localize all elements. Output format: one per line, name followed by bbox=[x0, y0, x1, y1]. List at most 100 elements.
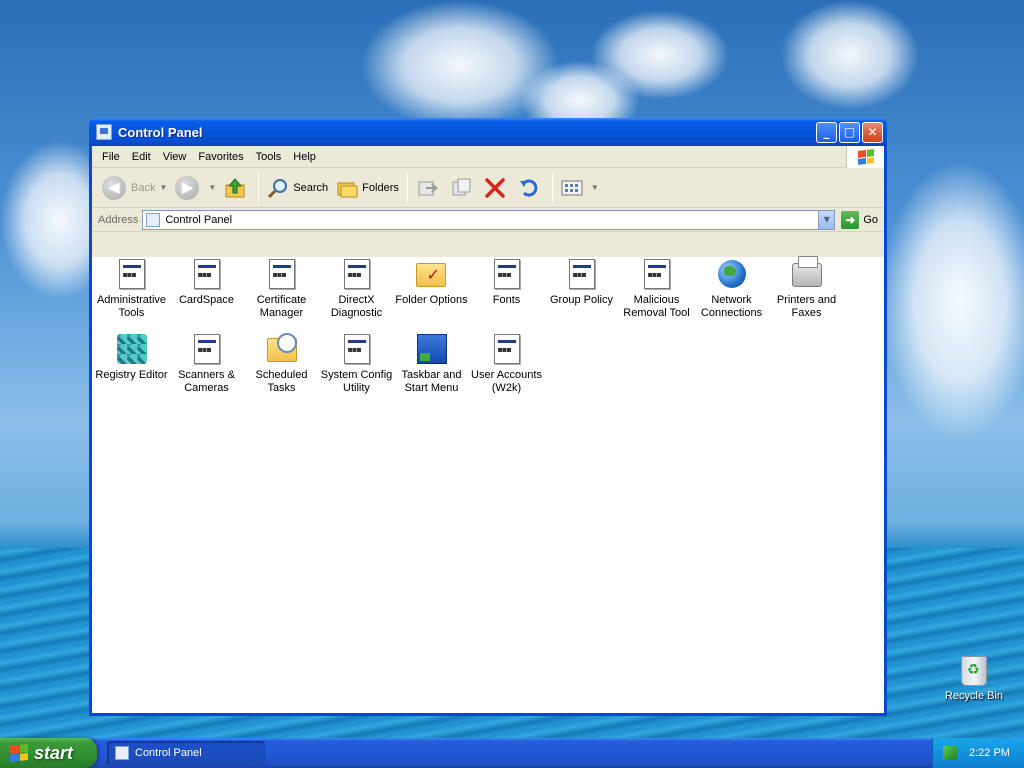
folders-label: Folders bbox=[362, 181, 399, 194]
item-label: Scheduled Tasks bbox=[255, 369, 308, 394]
clock[interactable]: 2:22 PM bbox=[969, 747, 1010, 759]
copy-to-button[interactable] bbox=[446, 174, 480, 202]
maximize-button[interactable]: □ bbox=[839, 121, 860, 143]
up-button[interactable] bbox=[220, 174, 254, 202]
item-label: Administrative Tools bbox=[96, 294, 167, 319]
item-label: Registry Editor bbox=[95, 369, 168, 381]
views-button[interactable]: ▼ bbox=[557, 174, 603, 202]
address-dropdown-button[interactable]: ▼ bbox=[818, 210, 835, 229]
search-icon bbox=[268, 178, 288, 198]
close-button[interactable]: ✕ bbox=[862, 121, 883, 143]
item-registry-editor[interactable]: Registry Editor bbox=[94, 333, 169, 408]
item-label: Scanners & Cameras bbox=[178, 369, 235, 394]
chevron-down-icon: ▼ bbox=[208, 183, 217, 192]
taskbar-item-control-panel[interactable]: Control Panel bbox=[107, 741, 265, 765]
applet-icon bbox=[341, 333, 373, 365]
control-panel-icon bbox=[146, 212, 161, 227]
control-panel-window: Control Panel _ □ ✕ File Edit View Favor… bbox=[89, 118, 887, 716]
folders-icon bbox=[337, 182, 358, 197]
item-label: Printers and Faxes bbox=[776, 294, 837, 319]
undo-button[interactable] bbox=[514, 174, 548, 202]
item-group-policy[interactable]: Group Policy bbox=[544, 258, 619, 333]
recycle-bin-label: Recycle Bin bbox=[944, 690, 1004, 702]
item-label: System Config Utility bbox=[320, 369, 393, 394]
item-label: Group Policy bbox=[550, 294, 613, 306]
menu-edit[interactable]: Edit bbox=[126, 149, 157, 165]
item-label: Taskbar and Start Menu bbox=[401, 369, 462, 394]
views-grid-icon bbox=[561, 180, 583, 195]
move-to-icon bbox=[418, 181, 438, 195]
toolbar: ◀ Back ▼ ▶ ▼ Search Folders ▼ bbox=[92, 168, 884, 208]
item-malicious-removal-tool[interactable]: Malicious Removal Tool bbox=[619, 258, 694, 333]
globe-icon bbox=[716, 258, 748, 290]
taskbar-icon bbox=[416, 333, 448, 365]
start-button[interactable]: start bbox=[0, 738, 97, 768]
menu-favorites[interactable]: Favorites bbox=[192, 149, 249, 165]
go-arrow-icon: ➜ bbox=[841, 210, 860, 229]
item-label: Network Connections bbox=[700, 294, 763, 319]
cloud bbox=[880, 160, 1024, 440]
item-directx-diagnostic[interactable]: DirectX Diagnostic bbox=[319, 258, 394, 333]
item-label: User Accounts (W2k) bbox=[471, 369, 542, 394]
forward-button[interactable]: ▶ ▼ bbox=[171, 173, 220, 203]
applet-icon bbox=[491, 258, 523, 290]
delete-button[interactable] bbox=[480, 174, 514, 202]
menu-file[interactable]: File bbox=[96, 149, 126, 165]
item-taskbar-start-menu[interactable]: Taskbar and Start Menu bbox=[394, 333, 469, 408]
menu-help[interactable]: Help bbox=[287, 149, 322, 165]
item-system-config-utility[interactable]: System Config Utility bbox=[319, 333, 394, 408]
desktop-recycle-bin[interactable]: Recycle Bin bbox=[942, 656, 1006, 702]
applet-icon bbox=[641, 258, 673, 290]
go-button[interactable]: ➜ Go bbox=[835, 210, 884, 229]
item-cardspace[interactable]: CardSpace bbox=[169, 258, 244, 333]
address-bar: Address Control Panel ▼ ➜ Go bbox=[92, 208, 884, 232]
undo-icon bbox=[519, 179, 538, 196]
item-user-accounts[interactable]: User Accounts (W2k) bbox=[469, 333, 544, 408]
system-tray: 2:22 PM bbox=[932, 738, 1024, 768]
applet-icon bbox=[191, 333, 223, 365]
copy-to-icon bbox=[452, 178, 471, 195]
applet-icon bbox=[116, 258, 148, 290]
menu-tools[interactable]: Tools bbox=[250, 149, 288, 165]
address-field[interactable]: Control Panel ▼ bbox=[142, 209, 836, 230]
taskbar: start Control Panel 2:22 PM bbox=[0, 738, 1024, 768]
item-certificate-manager[interactable]: Certificate Manager bbox=[244, 258, 319, 333]
address-label: Address bbox=[98, 213, 139, 226]
item-label: DirectX Diagnostic bbox=[330, 294, 383, 319]
windows-flag-icon bbox=[10, 744, 28, 762]
back-button[interactable]: ◀ Back ▼ bbox=[98, 173, 171, 203]
chevron-down-icon: ▼ bbox=[159, 183, 168, 192]
tray-app-icon[interactable] bbox=[943, 746, 957, 760]
item-label: Folder Options bbox=[395, 294, 468, 306]
item-label: CardSpace bbox=[178, 294, 235, 306]
move-to-button[interactable] bbox=[412, 174, 446, 202]
item-label: Fonts bbox=[492, 294, 521, 306]
menu-bar: File Edit View Favorites Tools Help bbox=[92, 146, 884, 168]
item-network-connections[interactable]: Network Connections bbox=[694, 258, 769, 333]
folder-up-icon bbox=[225, 177, 245, 197]
search-label: Search bbox=[293, 181, 329, 194]
applet-icon bbox=[266, 258, 298, 290]
minimize-button[interactable]: _ bbox=[816, 121, 837, 143]
title-bar[interactable]: Control Panel _ □ ✕ bbox=[89, 118, 887, 146]
applet-icon bbox=[566, 258, 598, 290]
scheduled-tasks-icon bbox=[266, 333, 298, 365]
menu-view[interactable]: View bbox=[157, 149, 193, 165]
item-fonts[interactable]: Fonts bbox=[469, 258, 544, 333]
applet-icon bbox=[491, 333, 523, 365]
item-scheduled-tasks[interactable]: Scheduled Tasks bbox=[244, 333, 319, 408]
item-administrative-tools[interactable]: Administrative Tools bbox=[94, 258, 169, 333]
start-label: start bbox=[34, 742, 74, 763]
delete-x-icon bbox=[485, 177, 505, 198]
back-arrow-icon: ◀ bbox=[102, 175, 126, 200]
folders-button[interactable]: Folders bbox=[332, 174, 403, 202]
item-folder-options[interactable]: Folder Options bbox=[394, 258, 469, 333]
windows-flag-icon bbox=[846, 146, 884, 168]
item-printers-and-faxes[interactable]: Printers and Faxes bbox=[769, 256, 844, 333]
item-scanners-cameras[interactable]: Scanners & Cameras bbox=[169, 333, 244, 408]
applet-icon bbox=[191, 258, 223, 290]
search-button[interactable]: Search bbox=[263, 174, 332, 202]
control-panel-icon bbox=[115, 746, 129, 760]
item-label: Malicious Removal Tool bbox=[623, 294, 690, 319]
toolbar-separator bbox=[406, 172, 408, 203]
